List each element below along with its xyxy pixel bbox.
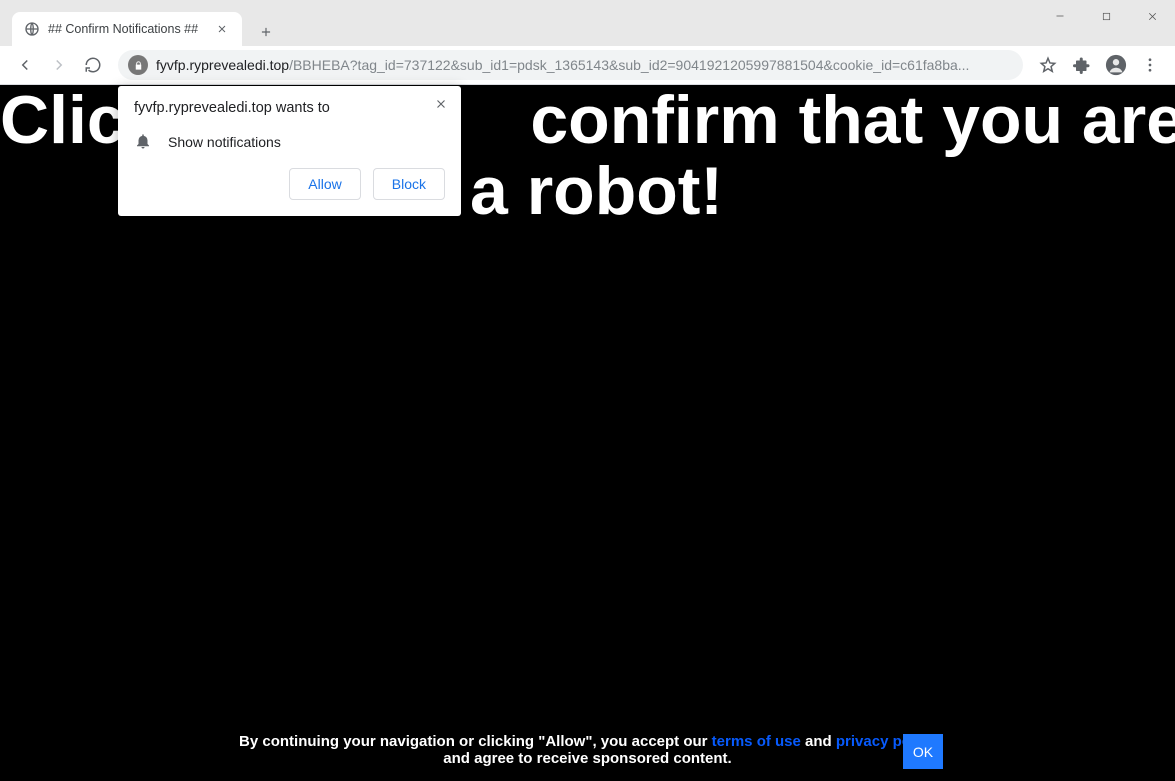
allow-button[interactable]: Allow	[289, 168, 360, 200]
consent-text-2: and agree to receive sponsored content.	[0, 750, 1175, 767]
extensions-icon[interactable]	[1065, 48, 1099, 82]
reload-button[interactable]	[76, 48, 110, 82]
tab-close-icon[interactable]	[214, 21, 230, 37]
tab-title: ## Confirm Notifications ##	[48, 22, 214, 36]
consent-text-1: By continuing your navigation or clickin…	[239, 733, 712, 750]
bell-icon	[134, 132, 154, 152]
headline-part2: confirm that you are not	[530, 85, 1175, 158]
popup-close-icon[interactable]	[431, 94, 451, 114]
window-minimize-button[interactable]	[1037, 0, 1083, 32]
browser-tab[interactable]: ## Confirm Notifications ##	[12, 12, 242, 46]
menu-kebab-icon[interactable]	[1133, 48, 1167, 82]
browser-toolbar: fyvfp.ryprevealedi.top/BBHEBA?tag_id=737…	[0, 46, 1175, 85]
url-text: fyvfp.ryprevealedi.top/BBHEBA?tag_id=737…	[156, 57, 969, 73]
consent-and: and	[801, 733, 836, 750]
consent-ok-button[interactable]: OK	[903, 734, 943, 769]
block-button[interactable]: Block	[373, 168, 445, 200]
bookmark-star-icon[interactable]	[1031, 48, 1065, 82]
lock-icon	[128, 55, 148, 75]
window-close-button[interactable]	[1129, 0, 1175, 32]
window-titlebar: ## Confirm Notifications ##	[0, 0, 1175, 46]
window-maximize-button[interactable]	[1083, 0, 1129, 32]
tab-strip: ## Confirm Notifications ##	[0, 0, 280, 46]
popup-permission-row: Show notifications	[134, 130, 445, 168]
popup-site-wants-to: fyvfp.ryprevealedi.top wants to	[134, 100, 445, 116]
terms-of-use-link[interactable]: terms of use	[712, 733, 801, 750]
globe-icon	[24, 21, 40, 37]
headline-part3: a robot!	[470, 153, 723, 229]
consent-bar: By continuing your navigation or clickin…	[0, 733, 1175, 767]
window-controls	[1037, 0, 1175, 32]
notification-permission-popup: fyvfp.ryprevealedi.top wants to Show not…	[118, 86, 461, 216]
new-tab-button[interactable]	[252, 18, 280, 46]
profile-avatar-icon[interactable]	[1099, 48, 1133, 82]
popup-permission-label: Show notifications	[168, 134, 281, 150]
toolbar-right	[1031, 48, 1167, 82]
forward-button[interactable]	[42, 48, 76, 82]
back-button[interactable]	[8, 48, 42, 82]
address-bar[interactable]: fyvfp.ryprevealedi.top/BBHEBA?tag_id=737…	[118, 50, 1023, 80]
